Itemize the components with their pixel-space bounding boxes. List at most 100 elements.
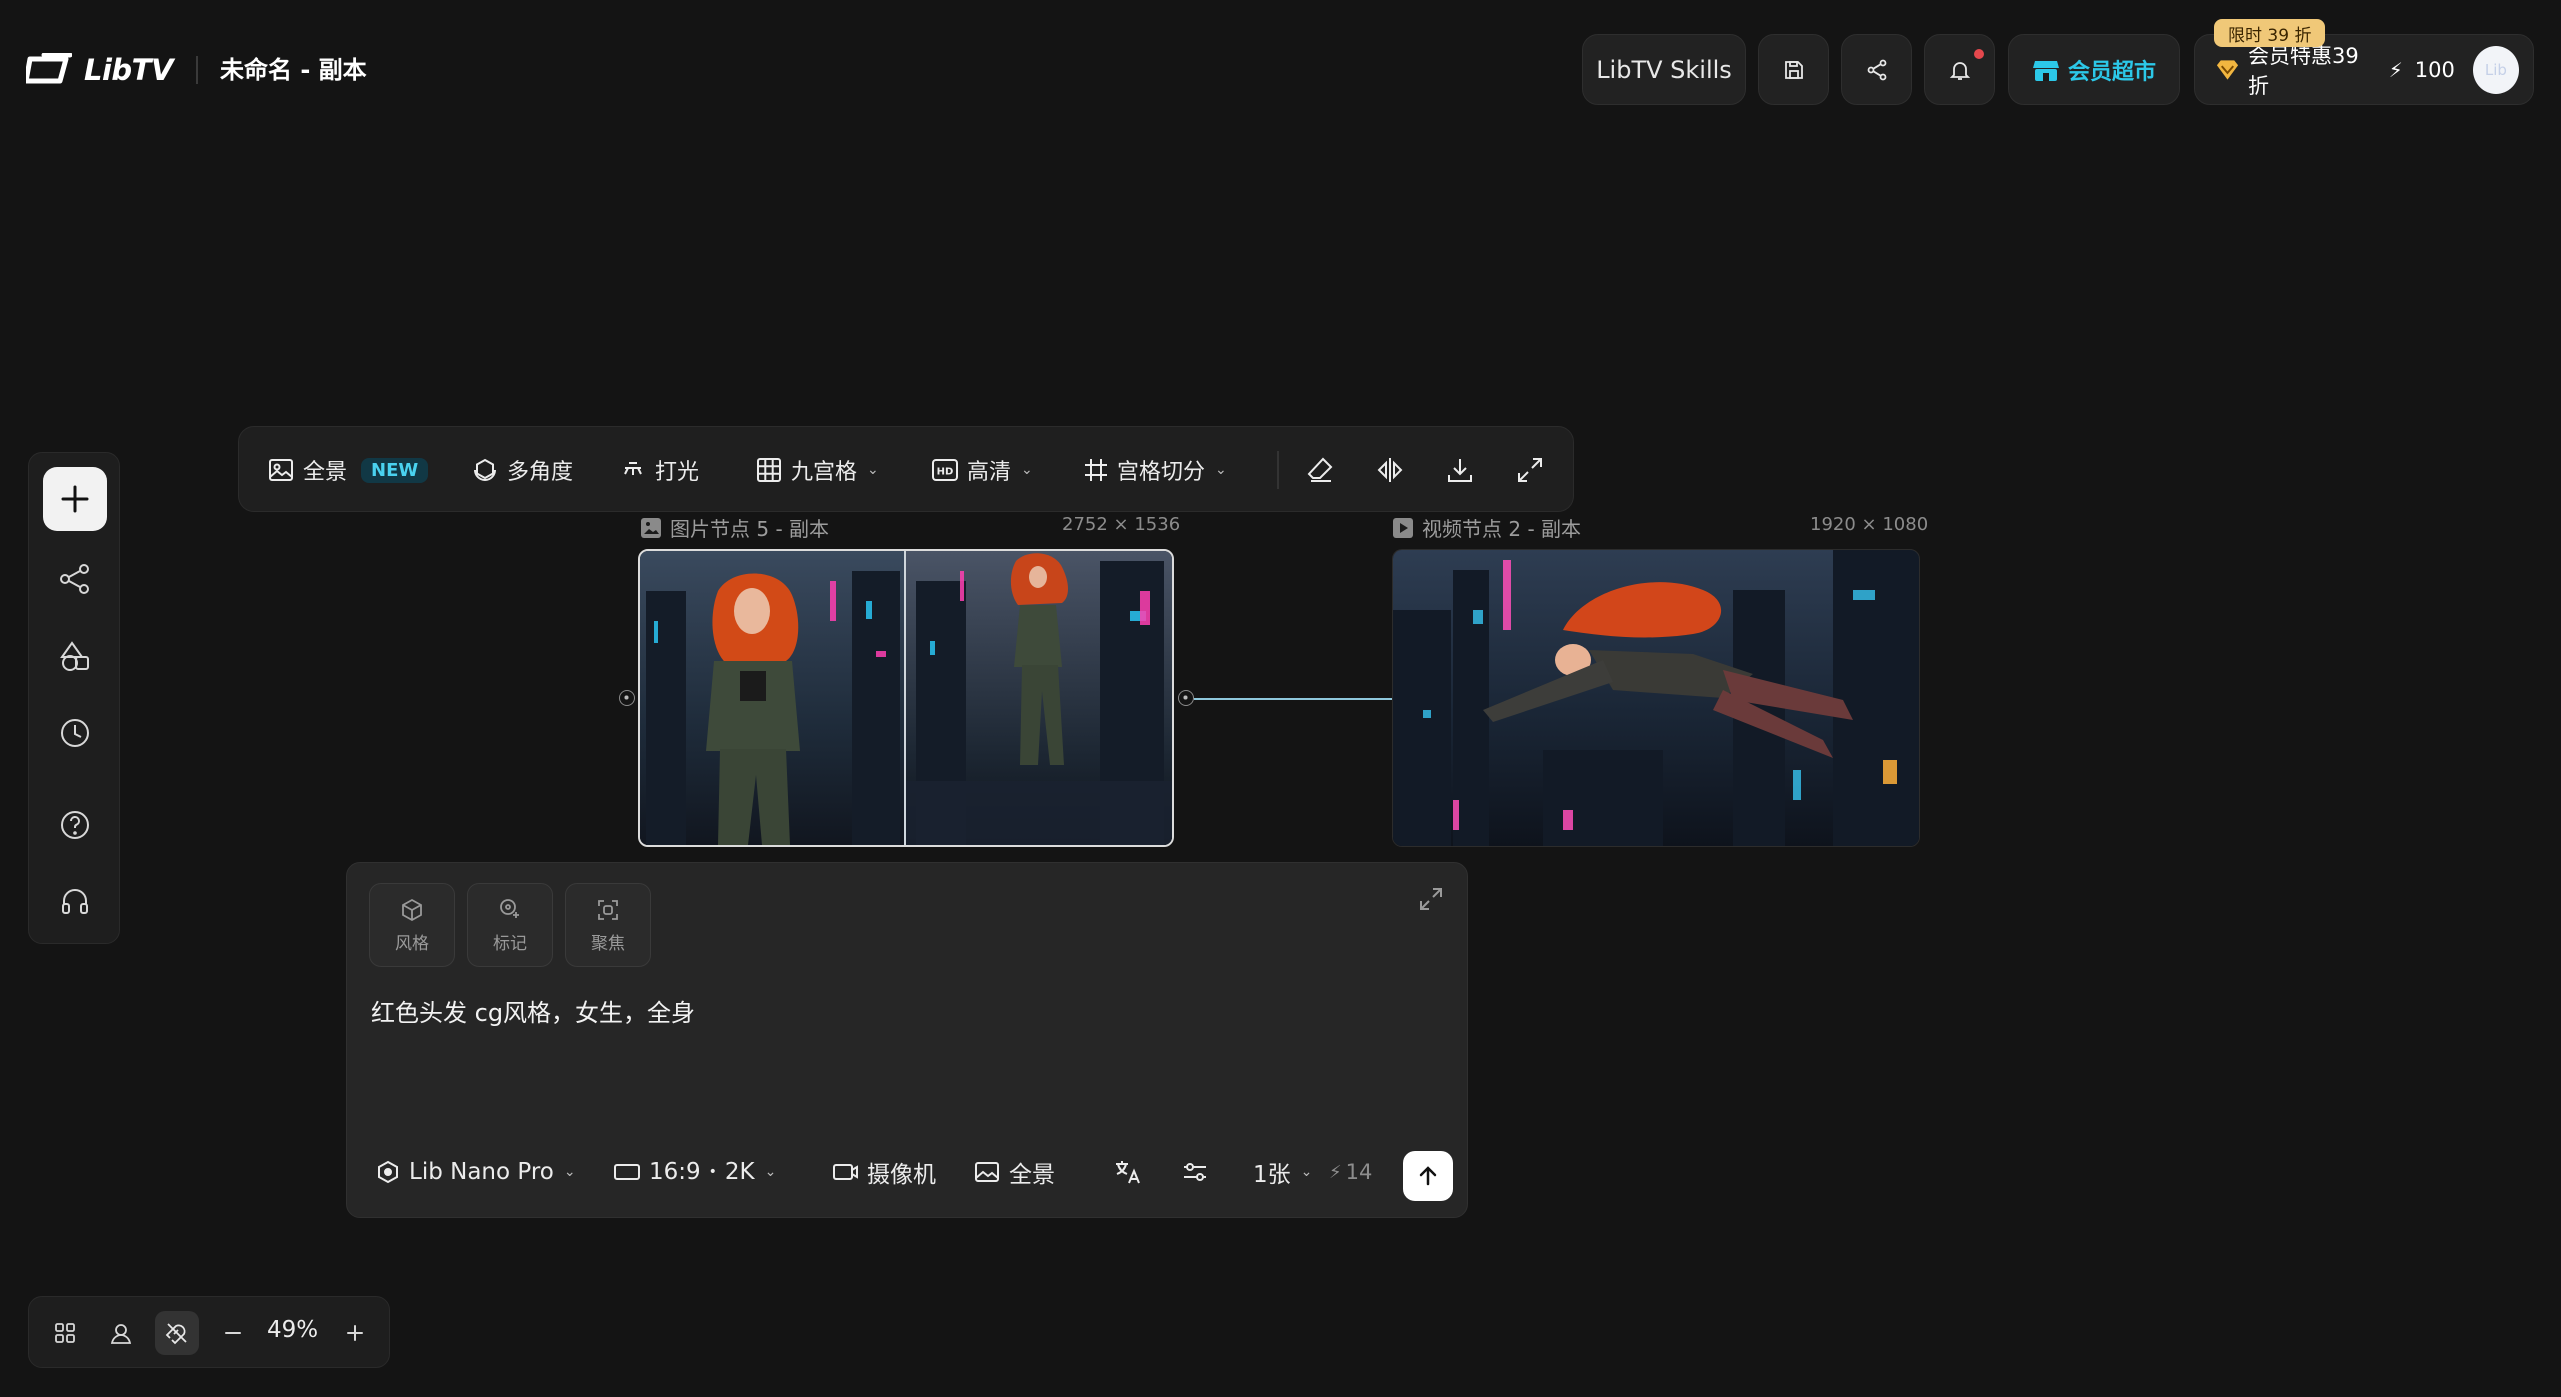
header-divider: [196, 56, 198, 84]
panorama-button[interactable]: 全景: [973, 1153, 1055, 1191]
assets-button[interactable]: [53, 634, 97, 678]
user-icon: [110, 1324, 132, 1344]
logo-mark-icon: [26, 53, 72, 84]
camera-button[interactable]: 摄像机: [831, 1153, 936, 1191]
character-button[interactable]: [99, 1311, 143, 1355]
image-node-output-port[interactable]: [1178, 690, 1194, 706]
expand-icon: [1420, 888, 1442, 910]
expand-prompt-button[interactable]: [1417, 885, 1445, 917]
bell-icon: [1949, 61, 1970, 80]
nine-grid-label: 九宫格: [791, 460, 858, 485]
location-pin-icon: [500, 898, 519, 918]
fullscreen-tool[interactable]: [1515, 451, 1545, 489]
history-button[interactable]: [53, 711, 97, 755]
plus-icon: [347, 1325, 363, 1341]
save-button[interactable]: [1758, 34, 1829, 105]
image-node-label[interactable]: 图片节点 5 - 副本: [640, 513, 829, 542]
left-sidebar: [28, 452, 120, 944]
image-node-input-port[interactable]: [619, 690, 635, 706]
chevron-down-icon: ⌄: [1300, 1164, 1313, 1180]
camera-icon: [833, 1164, 858, 1180]
focus-chip[interactable]: 聚焦: [565, 883, 651, 967]
video-node[interactable]: [1392, 549, 1920, 847]
image-icon: [975, 1162, 999, 1182]
arrow-up-icon: [1419, 1166, 1437, 1186]
model-select[interactable]: Lib Nano Pro ⌄: [375, 1153, 576, 1191]
project-title[interactable]: 未命名 - 副本: [220, 52, 367, 88]
panorama-label: 全景: [303, 460, 348, 485]
logo-text: LibTV: [84, 53, 173, 87]
help-button[interactable]: [53, 803, 97, 847]
eraser-icon: [1307, 457, 1333, 482]
ratio-select[interactable]: 16:9 • 2K ⌄: [613, 1153, 776, 1191]
history-icon: [61, 719, 89, 747]
translate-button[interactable]: [1113, 1153, 1143, 1191]
sliders-icon: [1184, 1163, 1206, 1181]
apps-icon: [55, 1323, 75, 1343]
image-toolbar: 全景 NEW 多角度 打光 九宫格 ⌄ HD 高清 ⌄ 宫格切分 ⌄: [238, 426, 1574, 512]
prompt-input[interactable]: 红色头发 cg风格，女生，全身: [371, 993, 695, 1028]
style-chip[interactable]: 风格: [369, 883, 455, 967]
lightning-icon: ⚡: [2388, 57, 2403, 82]
store-icon: [2032, 60, 2059, 81]
download-tool[interactable]: [1445, 451, 1475, 489]
skills-button[interactable]: LibTV Skills: [1582, 34, 1746, 105]
zoom-out-button[interactable]: [211, 1311, 255, 1355]
ratio-separator: •: [708, 1164, 717, 1180]
count-label: 1张: [1253, 1162, 1291, 1188]
share-button[interactable]: [1841, 34, 1912, 105]
app-root: LibTV 未命名 - 副本 LibTV Skills 会员超市 会员特惠39折: [0, 0, 2561, 1397]
avatar[interactable]: Lib: [2472, 45, 2519, 94]
mark-chip-label: 标记: [493, 933, 527, 954]
settings-button[interactable]: [1181, 1153, 1209, 1191]
logo[interactable]: LibTV: [26, 50, 173, 90]
panorama-label: 全景: [1009, 1162, 1055, 1188]
zoom-bar: 49%: [28, 1296, 390, 1368]
notification-button[interactable]: [1924, 34, 1995, 105]
video-node-label[interactable]: 视频节点 2 - 副本: [1392, 513, 1581, 542]
member-market-button[interactable]: 会员超市: [2008, 34, 2180, 105]
style-chip-label: 风格: [395, 933, 429, 954]
nine-grid-tool[interactable]: 九宫格 ⌄: [755, 451, 879, 489]
plus-icon: [61, 485, 89, 513]
image-node[interactable]: [638, 549, 1174, 847]
eraser-tool[interactable]: [1305, 451, 1335, 489]
grid-view-button[interactable]: [43, 1311, 87, 1355]
add-node-button[interactable]: [43, 467, 107, 531]
flip-icon: [1377, 458, 1403, 482]
prompt-panel: 风格 标记 聚焦 红色头发 cg风格，女生，全身 Lib Nano Pro ⌄: [346, 862, 1468, 1218]
lightning-icon: ⚡: [1329, 1161, 1342, 1183]
image-node-preview: [640, 551, 1172, 845]
image-node-dims: 2752 × 1536: [1062, 514, 1181, 535]
zoom-in-button[interactable]: [333, 1311, 377, 1355]
lighting-tool[interactable]: 打光: [619, 451, 699, 489]
multi-angle-tool[interactable]: 多角度: [471, 451, 573, 489]
focus-chip-label: 聚焦: [591, 933, 625, 954]
resolution-label: 2K: [724, 1159, 755, 1185]
mirror-tool[interactable]: [1375, 451, 1405, 489]
new-badge: NEW: [361, 457, 429, 483]
panorama-tool[interactable]: 全景 NEW: [267, 451, 429, 489]
mark-chip[interactable]: 标记: [467, 883, 553, 967]
save-icon: [1784, 60, 1803, 79]
chevron-down-icon: ⌄: [764, 1164, 777, 1180]
send-button[interactable]: [1403, 1151, 1453, 1201]
cost-value: 14: [1345, 1160, 1373, 1184]
support-button[interactable]: [53, 880, 97, 924]
image-icon: [269, 459, 293, 481]
grid-cut-tool[interactable]: 宫格切分 ⌄: [1083, 451, 1227, 489]
expand-icon: [1518, 458, 1542, 482]
grid-icon: [757, 458, 781, 482]
video-node-icon: [1393, 517, 1413, 538]
ratio-label: 16:9: [649, 1159, 701, 1185]
smart-align-button[interactable]: [155, 1311, 199, 1355]
multi-angle-label: 多角度: [507, 460, 574, 485]
vip-promo-label: 会员特惠39折: [2248, 43, 2359, 98]
hd-icon: HD: [932, 459, 958, 481]
workflow-button[interactable]: [53, 557, 97, 601]
cost-indicator: ⚡ 14: [1329, 1153, 1372, 1191]
rotate-3d-icon: [474, 458, 496, 481]
hd-tool[interactable]: HD 高清 ⌄: [931, 451, 1033, 489]
notification-dot: [1974, 49, 1984, 59]
count-select[interactable]: 1张 ⌄: [1253, 1153, 1312, 1191]
